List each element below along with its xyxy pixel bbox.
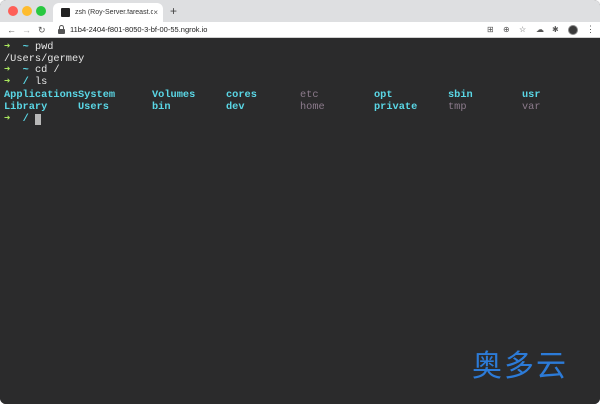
tab-title: zsh (Roy-Server.fareast.corp.microsoft.c… (75, 9, 153, 16)
minimize-window-button[interactable] (22, 6, 32, 16)
zoom-window-button[interactable] (36, 6, 46, 16)
ls-entry: Applications (4, 89, 79, 101)
ls-entry: sbin (448, 89, 473, 101)
new-tab-button[interactable]: + (170, 4, 177, 18)
ls-entry: var (522, 100, 541, 113)
forward-arrow-icon[interactable]: → (22, 24, 31, 36)
terminal-line: ➜ ~ cd / (4, 64, 60, 77)
ls-entry: private (374, 100, 418, 113)
command-text: ls (34, 75, 48, 88)
prompt-arrow: ➜ (4, 113, 11, 125)
ls-entry: System (78, 89, 116, 101)
browser-toolbar: ← → ↻ 11b4-2404-f801-8050-3-bf-00-55.ngr… (0, 22, 600, 38)
tab-strip: zsh (Roy-Server.fareast.corp.microsoft.c… (0, 0, 600, 22)
reload-icon[interactable]: ↻ (38, 24, 46, 36)
terminal-line: ➜ / ls (4, 75, 48, 89)
ls-entry: opt (374, 89, 393, 101)
prompt-arrow: ➜ (4, 41, 11, 53)
prompt-dir: / (22, 75, 29, 88)
ls-entry: bin (152, 100, 171, 113)
prompt-dir: ~ (22, 64, 29, 76)
close-window-button[interactable] (8, 6, 18, 16)
ls-entry: usr (522, 89, 541, 101)
prompt-arrow: ➜ (4, 75, 11, 88)
ls-entry: tmp (448, 100, 467, 113)
terminal-icon (61, 8, 70, 17)
browser-window: zsh (Roy-Server.fareast.corp.microsoft.c… (0, 0, 600, 404)
ls-entry: cores (226, 89, 257, 101)
star-icon[interactable]: ☆ (519, 24, 526, 36)
ls-entry: home (300, 100, 325, 113)
lock-icon[interactable] (58, 25, 65, 34)
menu-dots-icon[interactable]: ⋮ (586, 23, 595, 35)
avatar[interactable] (568, 25, 578, 35)
terminal-cursor[interactable] (34, 114, 41, 125)
ls-entry: dev (226, 100, 245, 113)
command-text: pwd (34, 41, 54, 53)
ls-entry: etc (300, 89, 319, 101)
zoom-icon[interactable]: ⊕ (503, 24, 510, 36)
address-bar[interactable]: 11b4-2404-f801-8050-3-bf-00-55.ngrok.io (70, 25, 207, 35)
tab-close-icon[interactable]: × (153, 8, 158, 17)
ls-entry: Volumes (152, 89, 196, 101)
command-text: cd / (34, 64, 60, 76)
prompt-arrow: ➜ (4, 64, 11, 76)
watermark-logo: 奥多云 (472, 349, 568, 384)
ls-entry: Library (4, 100, 48, 113)
prompt-dir: ~ (22, 41, 29, 53)
command-output: /Users/germey (4, 52, 85, 65)
cloud-icon[interactable]: ☁ (536, 24, 544, 36)
terminal-line: ➜ / (4, 113, 41, 126)
puzzle-icon[interactable]: ✱ (552, 24, 559, 36)
translate-icon[interactable]: ⊞ (487, 24, 494, 36)
back-arrow-icon[interactable]: ← (7, 24, 16, 36)
tab-zsh[interactable]: zsh (Roy-Server.fareast.corp.microsoft.c… (53, 3, 163, 22)
prompt-dir: / (22, 113, 29, 125)
ls-entry: Users (78, 100, 109, 113)
